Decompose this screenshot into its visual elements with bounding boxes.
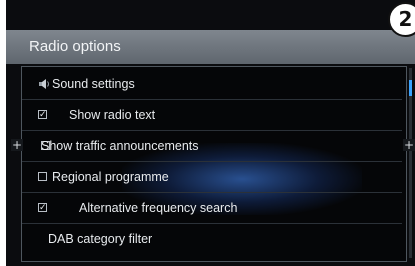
callout-number-badge: 2 <box>388 2 415 37</box>
scrollbar-thumb[interactable] <box>409 80 412 96</box>
show-traffic-announcements-label: Show traffic announcements <box>41 139 199 153</box>
plus-icon-left[interactable]: + <box>11 139 23 151</box>
checkbox-checked[interactable]: ✓ <box>38 203 47 212</box>
radio-options-screen: Radio options 2 Sound settings ✓ Show ra… <box>6 0 415 266</box>
speaker-icon <box>39 79 49 89</box>
regional-programme-label: Regional programme <box>52 170 169 184</box>
list-item-alternative-frequency-search[interactable]: ✓ Alternative frequency search <box>22 193 402 224</box>
scrollbar-track[interactable] <box>409 68 412 258</box>
plus-icon-right[interactable]: + <box>403 139 415 151</box>
options-list: Sound settings ✓ Show radio text Show tr… <box>21 66 407 262</box>
checkbox-checked[interactable]: ✓ <box>38 110 47 119</box>
checkbox-unchecked[interactable] <box>38 172 47 181</box>
sound-settings-label: Sound settings <box>52 77 135 91</box>
show-radio-text-label: Show radio text <box>69 108 156 122</box>
page-title: Radio options <box>29 38 121 55</box>
list-item-show-radio-text[interactable]: ✓ Show radio text <box>22 100 402 131</box>
list-item-dab-category-filter[interactable]: DAB category filter <box>22 224 402 254</box>
list-item-show-traffic-announcements[interactable]: Show traffic announcements <box>22 131 402 162</box>
list-item-regional-programme[interactable]: Regional programme <box>22 162 402 193</box>
alternative-frequency-search-label: Alternative frequency search <box>79 201 238 215</box>
dab-category-filter-label: DAB category filter <box>48 232 153 246</box>
list-item-sound-settings[interactable]: Sound settings <box>22 69 402 100</box>
title-bar: Radio options <box>6 30 415 64</box>
